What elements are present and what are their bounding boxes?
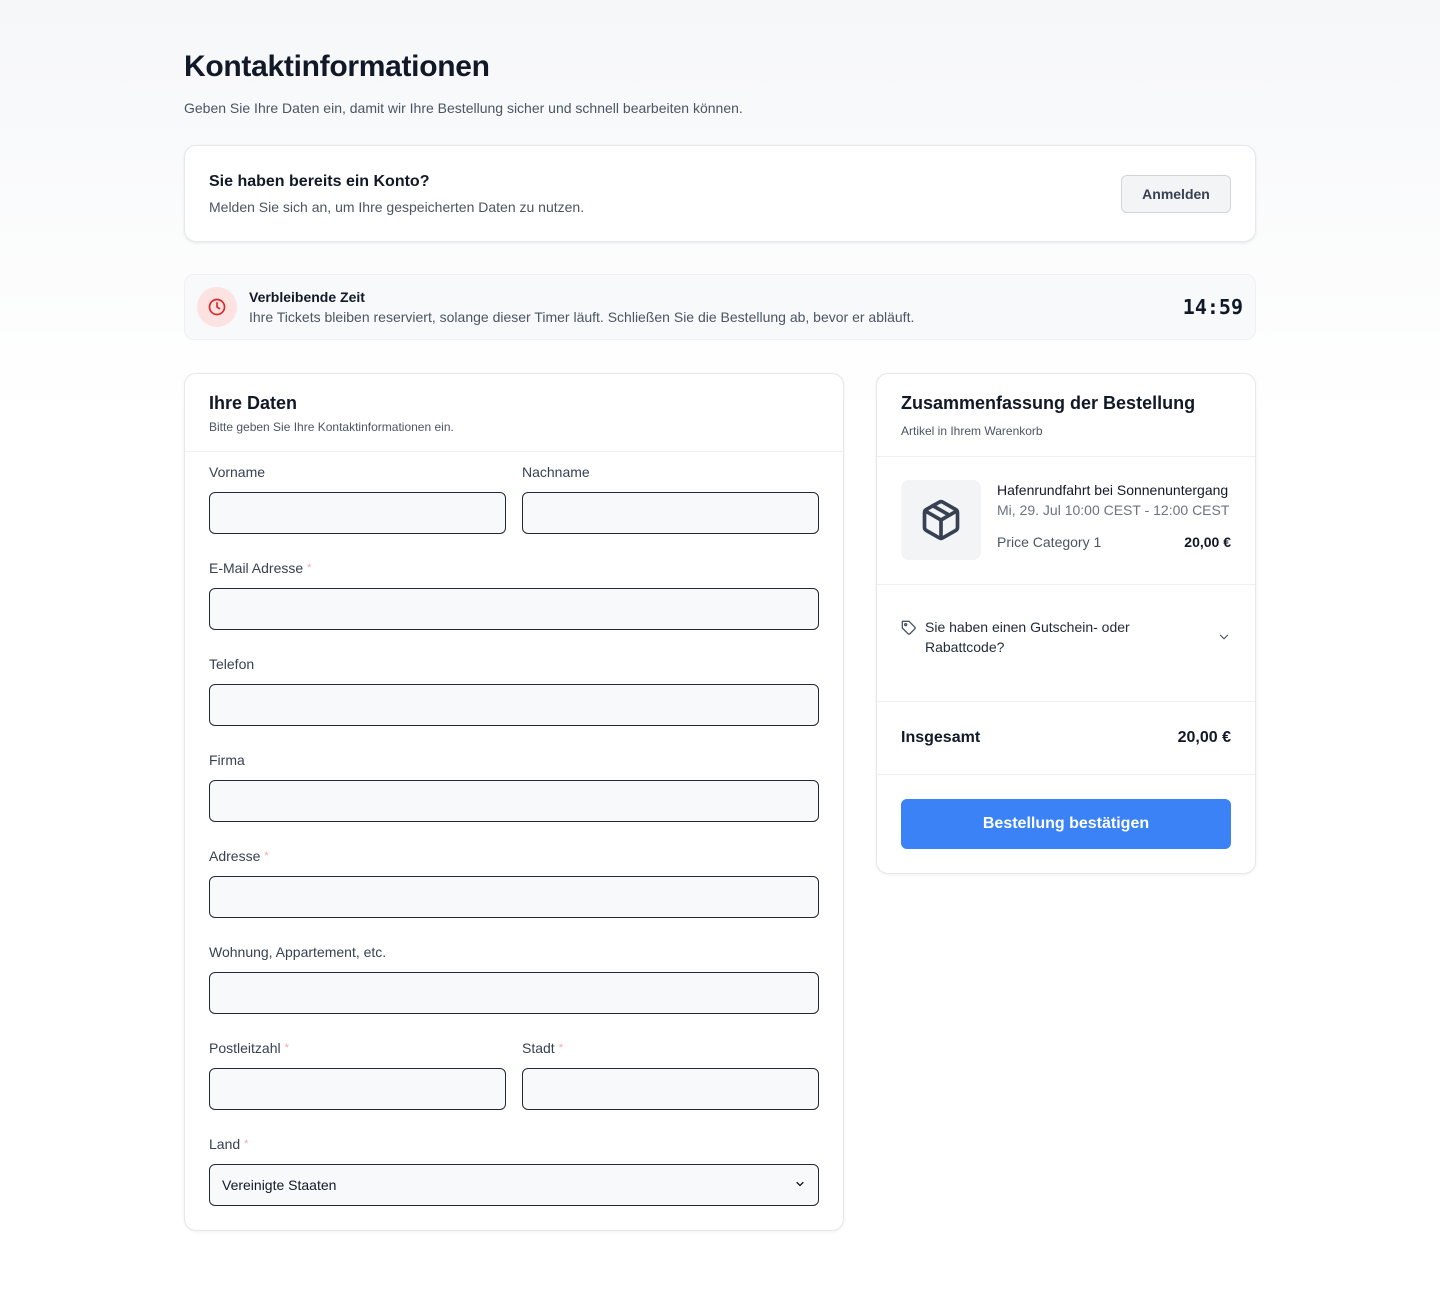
timer-text-block: Verbleibende Zeit Ihre Tickets bleiben r…	[249, 288, 1183, 326]
form-header: Ihre Daten Bitte geben Sie Ihre Kontakti…	[185, 374, 843, 452]
timer-banner: Verbleibende Zeit Ihre Tickets bleiben r…	[184, 274, 1256, 340]
address2-label: Wohnung, Appartement, etc.	[209, 944, 387, 960]
total-value: 20,00 €	[1177, 729, 1231, 746]
form-body: Vorname Nachname E-Mail Adresse * Telefo…	[185, 452, 843, 1206]
last-name-field: Nachname	[522, 464, 819, 534]
address2-input[interactable]	[209, 972, 819, 1014]
first-name-input[interactable]	[209, 492, 506, 534]
chevron-down-icon	[1217, 630, 1231, 644]
first-name-field: Vorname	[209, 464, 506, 534]
country-field: Land * Vereinigte Staaten	[209, 1136, 819, 1206]
email-label: E-Mail Adresse *	[209, 560, 819, 576]
required-marker: *	[284, 1042, 289, 1054]
total-label: Insgesamt	[901, 729, 981, 746]
address-field: Adresse *	[209, 848, 819, 918]
timer-title: Verbleibende Zeit	[249, 289, 365, 305]
checkout-columns: Ihre Daten Bitte geben Sie Ihre Kontakti…	[184, 373, 1256, 1231]
country-label-text: Land	[209, 1136, 241, 1152]
address-row: Adresse *	[209, 848, 819, 918]
city-label: Stadt *	[522, 1040, 819, 1056]
email-row: E-Mail Adresse *	[209, 560, 819, 630]
item-category: Price Category 1	[997, 534, 1102, 550]
country-select[interactable]: Vereinigte Staaten	[209, 1164, 819, 1206]
account-description: Melden Sie sich an, um Ihre gespeicherte…	[209, 198, 585, 215]
zip-input[interactable]	[209, 1068, 506, 1110]
phone-label: Telefon	[209, 656, 255, 672]
tag-icon	[901, 620, 917, 636]
company-label: Firma	[209, 752, 245, 768]
address2-row: Wohnung, Appartement, etc.	[209, 944, 819, 1014]
voucher-toggle[interactable]: Sie haben einen Gutschein- oder Rabattco…	[877, 585, 1255, 702]
cart-item-info: Hafenrundfahrt bei Sonnenuntergang Mi, 2…	[997, 480, 1231, 560]
confirm-order-button[interactable]: Bestellung bestätigen	[901, 799, 1231, 849]
address-input[interactable]	[209, 876, 819, 918]
confirm-wrap: Bestellung bestätigen	[877, 775, 1255, 873]
email-label-text: E-Mail Adresse	[209, 560, 304, 576]
last-name-input[interactable]	[522, 492, 819, 534]
item-date: Mi, 29. Jul 10:00 CEST - 12:00 CEST	[997, 502, 1230, 518]
email-field: E-Mail Adresse *	[209, 560, 819, 630]
login-button[interactable]: Anmelden	[1121, 174, 1231, 213]
item-name: Hafenrundfahrt bei Sonnenuntergang	[997, 482, 1229, 498]
timer-description: Ihre Tickets bleiben reserviert, solange…	[249, 309, 915, 325]
total-row: Insgesamt 20,00 €	[877, 702, 1255, 775]
city-input[interactable]	[522, 1068, 819, 1110]
country-row: Land * Vereinigte Staaten	[209, 1136, 819, 1206]
company-field: Firma	[209, 752, 819, 822]
address2-field: Wohnung, Appartement, etc.	[209, 944, 819, 1014]
phone-input[interactable]	[209, 684, 819, 726]
summary-title: Zusammenfassung der Bestellung	[901, 393, 1196, 413]
zip-field: Postleitzahl *	[209, 1040, 506, 1110]
page-subtitle: Geben Sie Ihre Daten ein, damit wir Ihre…	[184, 100, 743, 116]
account-title: Sie haben bereits ein Konto?	[209, 172, 430, 190]
page-title: Kontaktinformationen	[184, 50, 490, 83]
required-marker: *	[264, 850, 269, 862]
zip-label: Postleitzahl *	[209, 1040, 506, 1056]
company-row: Firma	[209, 752, 819, 822]
city-label-text: Stadt	[522, 1040, 555, 1056]
cart-item: Hafenrundfahrt bei Sonnenuntergang Mi, 2…	[877, 457, 1255, 585]
phone-field: Telefon	[209, 656, 819, 726]
zip-city-row: Postleitzahl * Stadt *	[209, 1040, 819, 1110]
account-card: Sie haben bereits ein Konto? Melden Sie …	[184, 145, 1256, 242]
city-field: Stadt *	[522, 1040, 819, 1110]
zip-label-text: Postleitzahl	[209, 1040, 281, 1056]
required-marker: *	[244, 1138, 249, 1150]
chevron-down-icon	[794, 1177, 806, 1193]
last-name-label: Nachname	[522, 464, 590, 480]
item-price-row: Price Category 1 20,00 €	[997, 532, 1231, 552]
country-label: Land *	[209, 1136, 819, 1152]
clock-icon	[197, 287, 237, 327]
account-text-block: Sie haben bereits ein Konto? Melden Sie …	[209, 172, 584, 216]
country-selected-value: Vereinigte Staaten	[222, 1177, 337, 1193]
summary-header: Zusammenfassung der Bestellung Artikel i…	[877, 374, 1255, 457]
company-input[interactable]	[209, 780, 819, 822]
address-label: Adresse *	[209, 848, 819, 864]
required-marker: *	[558, 1042, 563, 1054]
address-label-text: Adresse	[209, 848, 261, 864]
email-input[interactable]	[209, 588, 819, 630]
voucher-label: Sie haben einen Gutschein- oder Rabattco…	[925, 619, 1130, 655]
timer-countdown: 14:59	[1182, 295, 1243, 319]
order-summary-card: Zusammenfassung der Bestellung Artikel i…	[876, 373, 1256, 874]
name-row: Vorname Nachname	[209, 464, 819, 534]
required-marker: *	[307, 562, 312, 574]
contact-form-card: Ihre Daten Bitte geben Sie Ihre Kontakti…	[184, 373, 844, 1231]
form-title: Ihre Daten	[209, 393, 298, 413]
summary-subtitle: Artikel in Ihrem Warenkorb	[901, 424, 1043, 438]
first-name-label: Vorname	[209, 464, 266, 480]
form-subtitle: Bitte geben Sie Ihre Kontaktinformatione…	[209, 420, 454, 434]
phone-row: Telefon	[209, 656, 819, 726]
checkout-page: Kontaktinformationen Geben Sie Ihre Date…	[184, 0, 1256, 1231]
item-price: 20,00 €	[1184, 534, 1231, 550]
package-icon	[901, 480, 981, 560]
